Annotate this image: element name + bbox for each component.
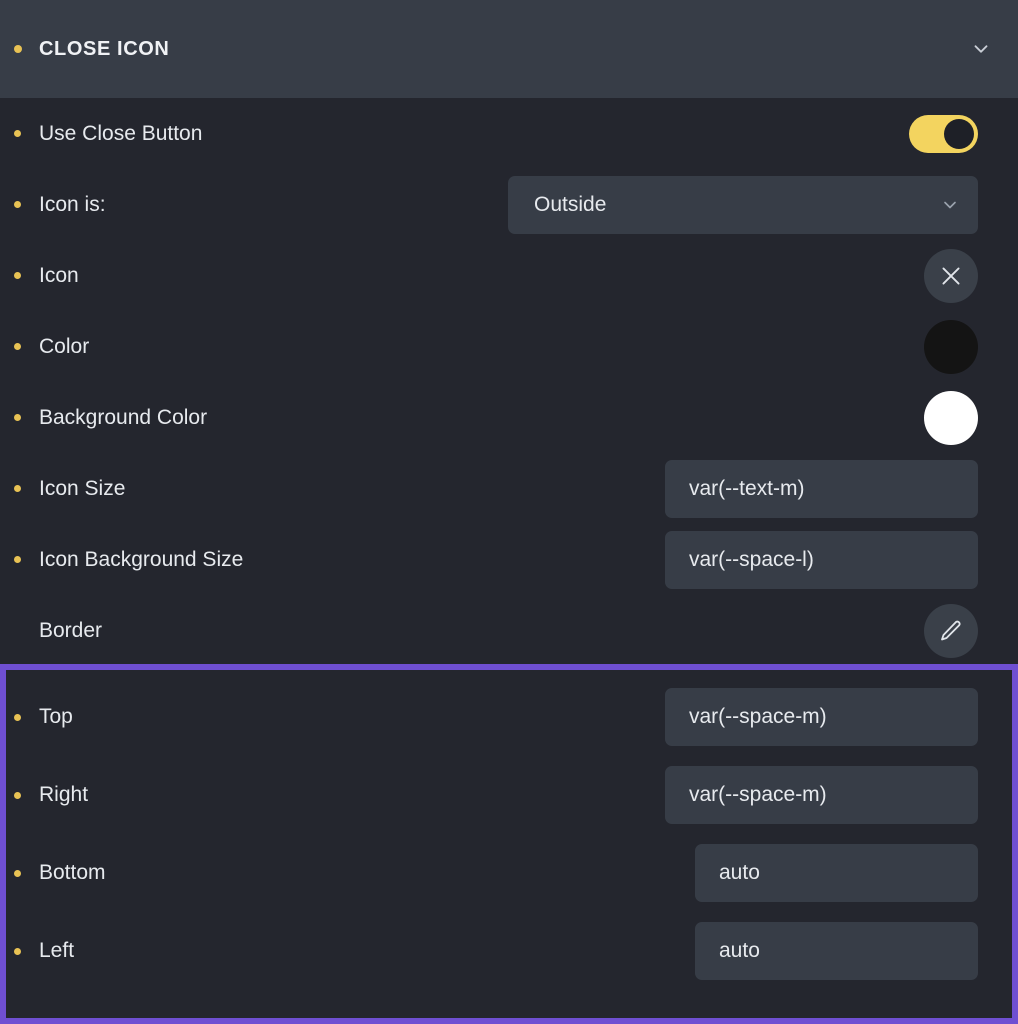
close-x-icon[interactable]	[924, 248, 978, 303]
setting-label: Background Color	[39, 405, 208, 429]
use-close-button-toggle[interactable]	[909, 114, 978, 153]
position-rows: Top var(--space-m) Right var(--space-m) …	[6, 670, 1012, 990]
setting-label: Left	[39, 939, 75, 962]
setting-label: Icon Size	[39, 476, 126, 500]
setting-label: Border	[39, 618, 103, 642]
setting-label: Use Close Button	[39, 121, 203, 145]
setting-label: Icon	[39, 263, 79, 287]
setting-row-icon-background-size: Icon Background Size var(--space-l)	[0, 524, 1018, 595]
left-input[interactable]: auto	[695, 922, 978, 980]
bullet-icon	[14, 869, 21, 877]
settings-rows: Use Close Button Icon is: Outside Icon C…	[0, 98, 1018, 666]
setting-label: Top	[39, 705, 73, 728]
setting-row-icon-is: Icon is: Outside	[0, 169, 1018, 240]
icon-size-input[interactable]: var(--text-m)	[665, 459, 978, 518]
bullet-icon	[14, 791, 21, 799]
icon-background-size-input[interactable]: var(--space-l)	[665, 530, 978, 589]
page-title: CLOSE ICON	[39, 37, 170, 60]
setting-row-background-color: Background Color	[0, 382, 1018, 453]
setting-row-icon: Icon	[0, 240, 1018, 311]
panel-header[interactable]: CLOSE ICON	[0, 0, 1018, 98]
bullet-icon	[14, 130, 21, 137]
bullet-icon	[14, 414, 21, 421]
bullet-icon	[14, 947, 21, 955]
right-input[interactable]: var(--space-m)	[665, 766, 978, 824]
chevron-down-icon[interactable]	[970, 38, 992, 60]
setting-row-icon-size: Icon Size var(--text-m)	[0, 453, 1018, 524]
icon-is-select-value: Outside	[534, 192, 607, 216]
header-bullet-icon	[14, 45, 22, 53]
chevron-down-icon	[940, 195, 960, 215]
icon-is-select[interactable]: Outside	[508, 175, 978, 234]
bullet-icon	[14, 201, 21, 208]
bullet-icon	[14, 556, 21, 563]
setting-row-use-close-button: Use Close Button	[0, 98, 1018, 169]
bullet-icon	[14, 272, 21, 279]
close-icon-settings-panel: CLOSE ICON Use Close Button Icon is: Out…	[0, 0, 1018, 1024]
pencil-icon[interactable]	[924, 603, 978, 658]
bullet-icon	[14, 343, 21, 350]
setting-label: Bottom	[39, 861, 106, 884]
setting-label: Right	[39, 783, 89, 806]
bullet-icon	[14, 485, 21, 492]
setting-row-border: Border	[0, 595, 1018, 666]
bottom-input[interactable]: auto	[695, 844, 978, 902]
setting-label: Color	[39, 334, 90, 358]
setting-label: Icon Background Size	[39, 547, 244, 571]
setting-row-top: Top var(--space-m)	[6, 678, 1012, 756]
color-swatch[interactable]	[924, 319, 978, 374]
setting-row-color: Color	[0, 311, 1018, 382]
top-input[interactable]: var(--space-m)	[665, 688, 978, 746]
setting-label: Icon is:	[39, 192, 106, 216]
background-color-swatch[interactable]	[924, 390, 978, 445]
toggle-knob	[944, 118, 974, 149]
setting-row-bottom: Bottom auto	[6, 834, 1012, 912]
position-highlight-section: Top var(--space-m) Right var(--space-m) …	[0, 664, 1018, 1024]
setting-row-right: Right var(--space-m)	[6, 756, 1012, 834]
bullet-icon	[14, 713, 21, 721]
setting-row-left: Left auto	[6, 912, 1012, 990]
